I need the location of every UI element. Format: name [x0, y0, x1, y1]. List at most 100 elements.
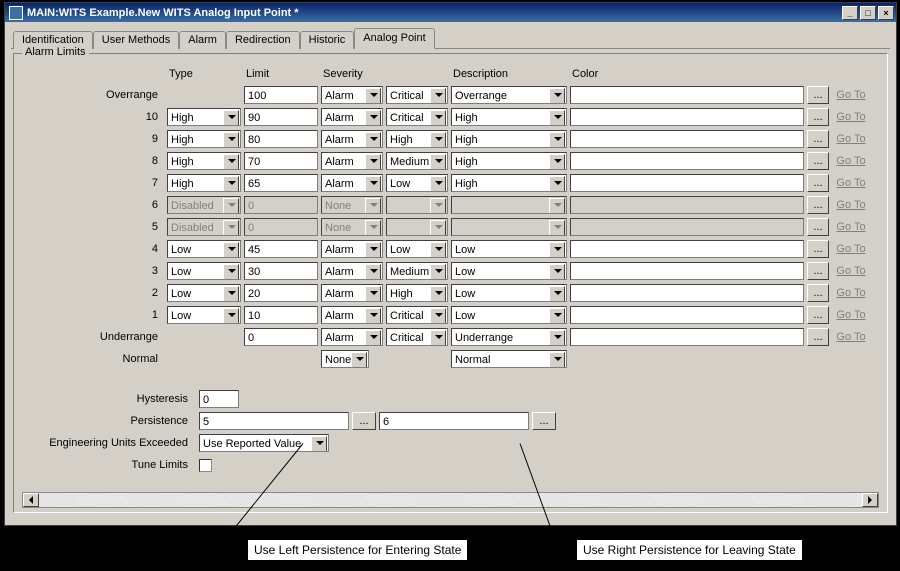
color-input[interactable]: [570, 130, 804, 148]
persistence-left-browse[interactable]: ...: [352, 412, 376, 430]
severity2-select[interactable]: Medium: [386, 152, 448, 170]
severity2-select[interactable]: Critical: [386, 328, 448, 346]
color-input[interactable]: [570, 306, 804, 324]
color-input[interactable]: [570, 152, 804, 170]
limit-input[interactable]: 70: [244, 152, 318, 170]
type-select[interactable]: High: [167, 108, 241, 126]
limit-input[interactable]: 65: [244, 174, 318, 192]
goto-link[interactable]: Go To: [832, 328, 870, 346]
color-input[interactable]: [570, 262, 804, 280]
severity-select[interactable]: Alarm: [321, 108, 383, 126]
severity2-select[interactable]: Low: [386, 174, 448, 192]
color-browse[interactable]: ...: [807, 86, 829, 104]
type-select[interactable]: High: [167, 130, 241, 148]
goto-link[interactable]: Go To: [832, 130, 870, 148]
severity-select[interactable]: Alarm: [321, 86, 383, 104]
goto-link[interactable]: Go To: [832, 240, 870, 258]
tune-limits-checkbox[interactable]: [199, 459, 212, 472]
color-browse[interactable]: ...: [807, 152, 829, 170]
type-select[interactable]: Low: [167, 306, 241, 324]
description-select[interactable]: Low: [451, 262, 567, 280]
severity2-select[interactable]: [386, 196, 448, 214]
color-browse[interactable]: ...: [807, 328, 829, 346]
color-input[interactable]: [570, 86, 804, 104]
color-browse[interactable]: ...: [807, 306, 829, 324]
color-browse[interactable]: ...: [807, 284, 829, 302]
scroll-track[interactable]: [39, 493, 862, 507]
tab-redirection[interactable]: Redirection: [226, 31, 300, 49]
color-input[interactable]: [570, 196, 804, 214]
type-select[interactable]: Disabled: [167, 218, 241, 236]
severity-select[interactable]: Alarm: [321, 240, 383, 258]
scroll-right-button[interactable]: [862, 493, 878, 507]
severity-select[interactable]: Alarm: [321, 262, 383, 280]
description-select[interactable]: High: [451, 152, 567, 170]
persistence-left-input[interactable]: 5: [199, 412, 349, 430]
severity-select[interactable]: None: [321, 196, 383, 214]
severity2-select[interactable]: Critical: [386, 108, 448, 126]
color-browse[interactable]: ...: [807, 240, 829, 258]
goto-link[interactable]: Go To: [832, 306, 870, 324]
color-browse[interactable]: ...: [807, 130, 829, 148]
limit-input[interactable]: 90: [244, 108, 318, 126]
color-input[interactable]: [570, 284, 804, 302]
color-browse[interactable]: ...: [807, 174, 829, 192]
severity2-select[interactable]: High: [386, 284, 448, 302]
severity-select[interactable]: Alarm: [321, 174, 383, 192]
goto-link[interactable]: Go To: [832, 174, 870, 192]
severity-select[interactable]: Alarm: [321, 306, 383, 324]
type-select[interactable]: High: [167, 152, 241, 170]
eue-select[interactable]: Use Reported Value: [199, 434, 329, 452]
color-browse[interactable]: ...: [807, 196, 829, 214]
limit-input[interactable]: 20: [244, 284, 318, 302]
description-select[interactable]: Normal: [451, 350, 567, 368]
description-select[interactable]: High: [451, 130, 567, 148]
color-input[interactable]: [570, 108, 804, 126]
severity2-select[interactable]: Critical: [386, 306, 448, 324]
description-select[interactable]: [451, 218, 567, 236]
persistence-right-input[interactable]: 6: [379, 412, 529, 430]
description-select[interactable]: Low: [451, 284, 567, 302]
close-button[interactable]: ×: [878, 6, 894, 20]
limit-input[interactable]: 0: [244, 218, 318, 236]
hysteresis-input[interactable]: 0: [199, 390, 239, 408]
limit-input[interactable]: 0: [244, 196, 318, 214]
type-select[interactable]: Disabled: [167, 196, 241, 214]
horizontal-scrollbar[interactable]: [22, 492, 879, 508]
severity2-select[interactable]: Low: [386, 240, 448, 258]
description-select[interactable]: Low: [451, 306, 567, 324]
limit-input[interactable]: 0: [244, 328, 318, 346]
color-input[interactable]: [570, 240, 804, 258]
type-select[interactable]: High: [167, 174, 241, 192]
severity2-select[interactable]: Medium: [386, 262, 448, 280]
description-select[interactable]: High: [451, 108, 567, 126]
tab-historic[interactable]: Historic: [300, 31, 355, 49]
goto-link[interactable]: Go To: [832, 86, 870, 104]
tab-analog-point[interactable]: Analog Point: [354, 28, 434, 49]
maximize-button[interactable]: □: [860, 6, 876, 20]
color-browse[interactable]: ...: [807, 108, 829, 126]
scroll-left-button[interactable]: [23, 493, 39, 507]
persistence-right-browse[interactable]: ...: [532, 412, 556, 430]
limit-input[interactable]: 80: [244, 130, 318, 148]
tab-alarm[interactable]: Alarm: [179, 31, 226, 49]
color-browse[interactable]: ...: [807, 218, 829, 236]
limit-input[interactable]: 45: [244, 240, 318, 258]
severity-select[interactable]: None: [321, 218, 383, 236]
severity-select[interactable]: None: [321, 350, 369, 368]
description-select[interactable]: [451, 196, 567, 214]
color-input[interactable]: [570, 218, 804, 236]
color-input[interactable]: [570, 328, 804, 346]
description-select[interactable]: High: [451, 174, 567, 192]
goto-link[interactable]: Go To: [832, 108, 870, 126]
limit-input[interactable]: 30: [244, 262, 318, 280]
tab-user-methods[interactable]: User Methods: [93, 31, 179, 49]
severity-select[interactable]: Alarm: [321, 284, 383, 302]
type-select[interactable]: Low: [167, 240, 241, 258]
color-browse[interactable]: ...: [807, 262, 829, 280]
severity-select[interactable]: Alarm: [321, 152, 383, 170]
goto-link[interactable]: Go To: [832, 262, 870, 280]
type-select[interactable]: Low: [167, 262, 241, 280]
description-select[interactable]: Low: [451, 240, 567, 258]
type-select[interactable]: Low: [167, 284, 241, 302]
